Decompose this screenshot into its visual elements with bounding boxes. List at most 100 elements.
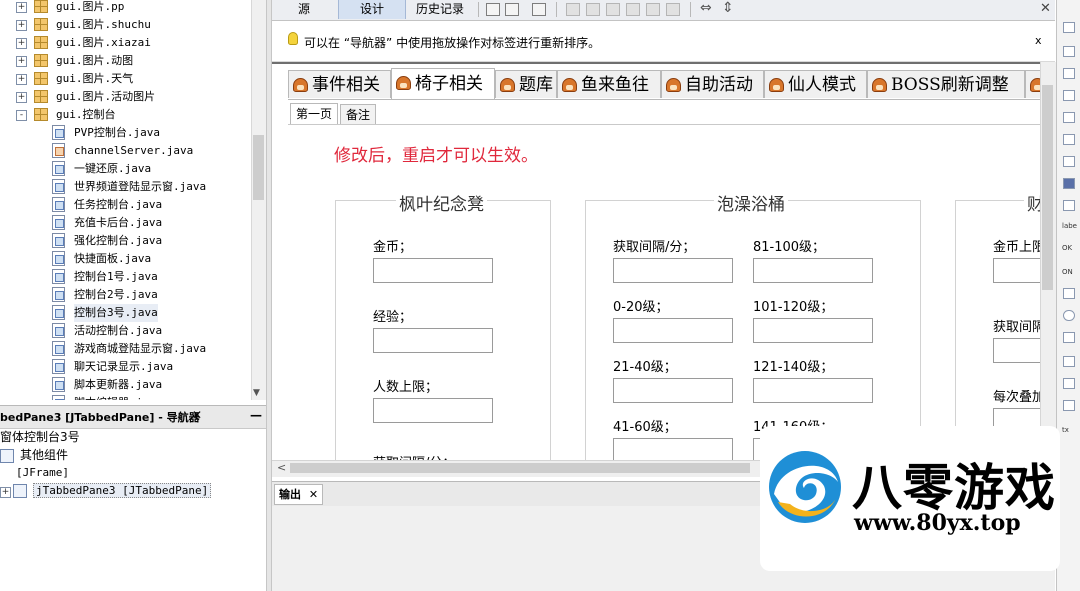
separator-icon[interactable] xyxy=(1063,200,1075,211)
tab-3[interactable]: 鱼来鱼往 xyxy=(557,70,661,98)
expand-icon[interactable]: + xyxy=(16,20,27,31)
watermark-url: www.80yx.top xyxy=(854,510,1021,536)
tab-4[interactable]: 自助活动 xyxy=(661,70,764,98)
resize-horizontal-icon[interactable]: ⇔ xyxy=(700,0,712,16)
expand-icon[interactable]: + xyxy=(16,74,27,85)
history-tab-button[interactable]: 历史记录 xyxy=(406,0,474,19)
split-pane-icon[interactable] xyxy=(1063,46,1075,57)
tree-item[interactable]: + gui.图片.天气 xyxy=(0,70,250,88)
tree-item[interactable]: 一键还原.java xyxy=(0,160,250,178)
tab-1[interactable]: 椅子相关 xyxy=(391,68,495,100)
level-101-120-input[interactable] xyxy=(753,318,873,343)
tree-item[interactable]: channelServer.java xyxy=(0,142,250,160)
tree-item[interactable]: 聊天记录显示.java xyxy=(0,358,250,376)
tree-item[interactable]: PVP控制台.java xyxy=(0,124,250,142)
source-tab-button[interactable]: 源 xyxy=(272,0,336,19)
button-component-icon[interactable]: OK xyxy=(1062,244,1072,252)
collapse-icon[interactable]: - xyxy=(16,110,27,121)
max-players-input[interactable] xyxy=(373,398,493,423)
level-81-100-input[interactable] xyxy=(753,258,873,283)
tree-item[interactable]: + gui.图片.pp xyxy=(0,0,250,16)
center-vertical-icon[interactable] xyxy=(666,3,680,16)
tree-scroll-down-icon[interactable]: ▼ xyxy=(253,388,260,398)
design-tab-button[interactable]: 设计 xyxy=(338,0,406,19)
scroll-pane-icon[interactable] xyxy=(1063,68,1075,79)
tree-item[interactable]: + gui.图片.shuchu xyxy=(0,16,250,34)
subtab-notes[interactable]: 备注 xyxy=(340,104,377,125)
tabbed-pane-icon[interactable] xyxy=(1063,178,1075,189)
tree-item[interactable]: 控制台1号.java xyxy=(0,268,250,286)
design-vertical-scrollbar-thumb[interactable] xyxy=(1042,85,1053,290)
textarea-icon[interactable] xyxy=(1063,400,1075,411)
design-horizontal-scrollbar-thumb[interactable] xyxy=(290,463,750,473)
subtab-page1[interactable]: 第一页 xyxy=(290,103,339,125)
output-close-icon[interactable]: ✕ xyxy=(309,488,318,501)
tree-item[interactable]: 活动控制台.java xyxy=(0,322,250,340)
level-41-60-input[interactable] xyxy=(613,438,733,462)
editor-close-icon[interactable]: ✕ xyxy=(1040,1,1051,16)
hint-close-icon[interactable]: x xyxy=(1035,34,1042,47)
expand-icon[interactable]: + xyxy=(16,92,27,103)
expand-icon[interactable]: + xyxy=(16,38,27,49)
connection-mode-icon[interactable] xyxy=(505,3,519,16)
combobox-icon[interactable] xyxy=(1063,356,1075,367)
navigator-row-other[interactable]: 其他组件 xyxy=(0,446,68,464)
tree-item[interactable]: - gui.控制台 xyxy=(0,106,250,124)
align-right-icon[interactable] xyxy=(586,3,600,16)
label-component-icon[interactable]: labe xyxy=(1062,222,1077,230)
scroll-left-icon[interactable]: < xyxy=(277,461,286,474)
toolbar-icon[interactable] xyxy=(1063,90,1075,101)
textfield-component-icon[interactable]: tx xyxy=(1062,426,1069,434)
tree-item[interactable]: 快捷面板.java xyxy=(0,250,250,268)
expand-icon[interactable]: + xyxy=(16,2,27,13)
gold-input[interactable] xyxy=(373,258,493,283)
navigator-row-form[interactable]: 窗体控制台3号 xyxy=(0,428,80,446)
expand-icon[interactable]: + xyxy=(16,56,27,67)
exp-input[interactable] xyxy=(373,328,493,353)
layered-pane-icon[interactable] xyxy=(1063,156,1075,167)
navigator-row-jframe[interactable]: [JFrame] xyxy=(16,464,69,482)
checkbox-icon[interactable] xyxy=(1063,288,1075,299)
selection-mode-icon[interactable] xyxy=(486,3,500,16)
tree-item[interactable]: + gui.图片.动图 xyxy=(0,52,250,70)
tab-0[interactable]: 事件相关 xyxy=(288,70,391,98)
tree-scrollbar[interactable] xyxy=(251,0,267,400)
tab-2[interactable]: 题库 xyxy=(495,70,557,98)
interval-input[interactable] xyxy=(613,258,733,283)
radio-button-icon[interactable] xyxy=(1063,310,1075,321)
list-icon[interactable] xyxy=(1063,378,1075,389)
tree-item[interactable]: + gui.图片.活动图片 xyxy=(0,88,250,106)
resize-vertical-icon[interactable]: ⇕ xyxy=(722,0,734,16)
tree-item[interactable]: 控制台3号.java xyxy=(0,304,250,322)
navigator-minimize-icon[interactable]: — xyxy=(250,408,262,422)
level-0-20-input[interactable] xyxy=(613,318,733,343)
navigator-row-tabbedpane[interactable]: + jTabbedPane3 [JTabbedPane] xyxy=(0,482,212,500)
tree-item[interactable]: 世界频道登陆显示窗.java xyxy=(0,178,250,196)
align-left-icon[interactable] xyxy=(566,3,580,16)
output-tab[interactable]: 输出 ✕ xyxy=(274,484,324,505)
center-horizontal-icon[interactable] xyxy=(606,3,620,16)
align-bottom-icon[interactable] xyxy=(646,3,660,16)
preview-design-icon[interactable] xyxy=(532,3,546,16)
expand-icon[interactable]: + xyxy=(0,487,11,498)
tree-item[interactable]: 脚本编辑器.java xyxy=(0,394,250,400)
tab-5[interactable]: 仙人模式 xyxy=(764,70,867,98)
align-top-icon[interactable] xyxy=(626,3,640,16)
tree-item[interactable]: 控制台2号.java xyxy=(0,286,250,304)
tree-scrollbar-thumb[interactable] xyxy=(253,135,264,200)
tree-item[interactable]: 脚本更新器.java xyxy=(0,376,250,394)
tree-item[interactable]: 充值卡后台.java xyxy=(0,214,250,232)
navigator-close-icon[interactable]: ✕ xyxy=(192,408,202,422)
tree-item[interactable]: 强化控制台.java xyxy=(0,232,250,250)
level-21-40-input[interactable] xyxy=(613,378,733,403)
level-121-140-input[interactable] xyxy=(753,378,873,403)
desktop-pane-icon[interactable] xyxy=(1063,112,1075,123)
toggle-component-icon[interactable]: ON xyxy=(1062,268,1073,276)
tree-item[interactable]: 游戏商城登陆显示窗.java xyxy=(0,340,250,358)
internal-frame-icon[interactable] xyxy=(1063,134,1075,145)
tab-6[interactable]: BOSS刷新调整 xyxy=(867,70,1025,98)
tree-item[interactable]: 任务控制台.java xyxy=(0,196,250,214)
panel-icon[interactable] xyxy=(1063,22,1075,33)
button-group-icon[interactable] xyxy=(1063,332,1075,343)
tree-item[interactable]: + gui.图片.xiazai xyxy=(0,34,250,52)
